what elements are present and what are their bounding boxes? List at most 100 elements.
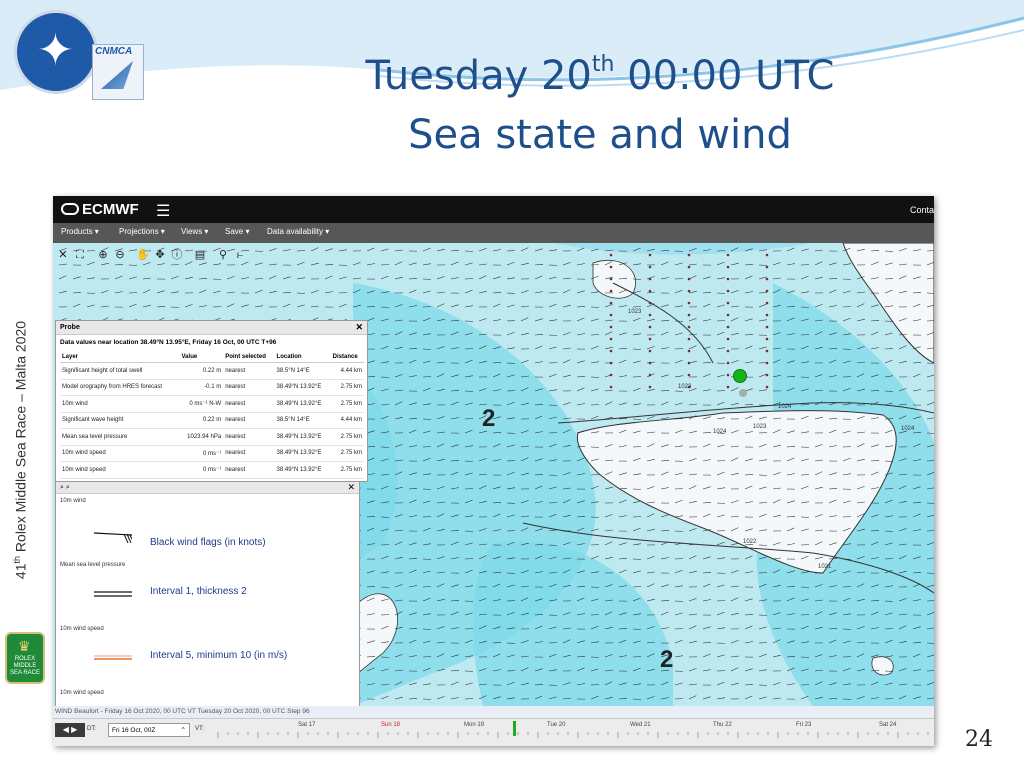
- hamburger-menu-icon[interactable]: ☰: [156, 201, 170, 221]
- isobar-line-icon: [94, 591, 132, 597]
- probe-panel: Probe ✕ Data values near location 38.49°…: [55, 320, 368, 482]
- isobar-value-label: 1022: [743, 539, 757, 545]
- slide-title: Tuesday 20th 00:00 UTC: [365, 52, 835, 99]
- calm-wind-dot: [765, 265, 769, 269]
- probe-cell: 2.75 km: [330, 379, 364, 396]
- probe-cell: 4.44 km: [330, 362, 364, 380]
- move-icon[interactable]: ✥: [153, 248, 167, 262]
- calm-wind-dot: [687, 265, 691, 269]
- fullscreen-icon[interactable]: ⛶: [73, 248, 87, 262]
- probe-col-header: Distance: [330, 352, 364, 363]
- calm-wind-dot: [609, 265, 613, 269]
- timeline-day-label[interactable]: Thu 22: [713, 722, 732, 728]
- calm-wind-dot: [765, 301, 769, 305]
- app-menu-bar: Products ▾ Projections ▾ Views ▾ Save ▾ …: [53, 223, 934, 243]
- probe-close-icon[interactable]: ✕: [355, 321, 363, 334]
- timeline-day-label[interactable]: Tue 20: [547, 722, 565, 728]
- probe-cell: 0.22 m: [179, 362, 224, 380]
- probe-row: Mean sea level pressure 1023.94 hPa neares…: [60, 428, 364, 446]
- pin-icon[interactable]: ⚲: [216, 248, 230, 262]
- probe-cell: Mean sea level pressure: [60, 428, 180, 446]
- info-icon[interactable]: ⓘ: [170, 248, 184, 262]
- probe-cell: 2.75 km: [330, 395, 364, 413]
- calm-wind-dot: [648, 277, 652, 281]
- menu-products[interactable]: Products ▾: [61, 227, 99, 236]
- layers-icon[interactable]: ▤: [193, 248, 207, 262]
- probe-location-text: Data values near location 38.49°N 13.95°…: [60, 339, 277, 346]
- page-number: 24: [965, 727, 993, 752]
- time-slider[interactable]: ◀ ▶ DT: Fri 16 Oct, 00Z ⌃ VT: Sat 17 Sun 1…: [53, 718, 934, 746]
- zoom-out-icon[interactable]: ⊖: [113, 248, 127, 262]
- probe-cell: 38.49°N 13.92°E: [274, 445, 331, 462]
- calm-wind-dot: [687, 373, 691, 377]
- timeline-day-label[interactable]: Fri 23: [796, 722, 811, 728]
- probe-cell: 38.49°N 13.92°E: [274, 461, 331, 479]
- probe-row: 10m wind 0 ms⁻¹ N-W nearest 38.49°N 13.92°E…: [60, 395, 364, 413]
- menu-data-availability[interactable]: Data availability ▾: [267, 227, 329, 236]
- calm-wind-dot: [726, 385, 730, 389]
- probe-cell: nearest: [223, 362, 275, 380]
- probe-col-header: Value: [179, 352, 224, 363]
- calm-wind-dot: [765, 361, 769, 365]
- isobar-value-label: 1023: [628, 309, 642, 315]
- menu-projections[interactable]: Projections ▾: [119, 227, 165, 236]
- wind-tool-icon[interactable]: ⥼: [233, 248, 247, 262]
- probe-point-icon: [739, 389, 747, 397]
- ecmwf-logo[interactable]: ECMWF: [61, 201, 139, 218]
- calm-wind-dot: [687, 361, 691, 365]
- calm-wind-dot: [648, 325, 652, 329]
- calm-wind-dot: [609, 289, 613, 293]
- calm-wind-dot: [609, 373, 613, 377]
- calm-wind-dot: [765, 289, 769, 293]
- timeline-day-label[interactable]: Sun 18: [381, 722, 400, 728]
- map-toolbar: ✕ ⛶ ⊕ ⊖ ✋ ✥ ⓘ ▤ ⚲ ⥼: [56, 248, 247, 266]
- location-marker-icon[interactable]: [733, 369, 747, 383]
- slide-subtitle: Sea state and wind: [408, 112, 792, 158]
- weather-map[interactable]: 1023 1024 1024 1023 1022 1021 1023 1024 ✕ ⛶ ⊕ ⊖…: [53, 243, 934, 746]
- zoom-in-icon[interactable]: ⊕: [96, 248, 110, 262]
- pan-hand-icon[interactable]: ✋: [136, 248, 150, 262]
- probe-cell: 38.49°N 13.92°E: [274, 379, 331, 396]
- timeline-day-label[interactable]: Sat 17: [298, 722, 315, 728]
- probe-cell: nearest: [223, 428, 275, 446]
- menu-save[interactable]: Save ▾: [225, 227, 249, 236]
- legend-caption-wind: 10m wind: [60, 498, 86, 504]
- calm-wind-dot: [726, 253, 730, 257]
- calm-wind-dot: [687, 253, 691, 257]
- legend-toggle-icon[interactable]: ⌕ ⌕: [60, 484, 70, 491]
- menu-views[interactable]: Views ▾: [181, 227, 208, 236]
- probe-cell: 38.49°N 13.92°E: [274, 428, 331, 446]
- calm-wind-dot: [687, 277, 691, 281]
- legend-close-icon[interactable]: ✕: [347, 482, 355, 493]
- calm-wind-dot: [648, 313, 652, 317]
- calm-wind-dot: [726, 289, 730, 293]
- calm-wind-dot: [609, 385, 613, 389]
- probe-cell: 1023.94 hPa: [179, 428, 224, 446]
- probe-cell: 38.49°N 13.92°E: [274, 395, 331, 413]
- timeline-day-label[interactable]: Wed 21: [630, 722, 651, 728]
- probe-cell: Model orography from HRES forecast: [60, 379, 180, 396]
- legend-desc-wind: Black wind flags (in knots): [150, 537, 266, 548]
- status-bar: WIND Beaufort - Friday 16 Oct 2020, 00 U…: [53, 706, 934, 718]
- timeline-day-label[interactable]: Sat 24: [879, 722, 896, 728]
- probe-cell: 0 ms⁻¹ N-W: [179, 395, 224, 413]
- calm-wind-dot: [648, 385, 652, 389]
- rolex-race-logo: ♛ ROLEX MIDDLE SEA RACE: [5, 632, 45, 684]
- legend-caption-speed: 10m wind speed: [60, 626, 104, 632]
- legend-desc-speed: Interval 5, minimum 10 (in m/s): [150, 650, 288, 661]
- probe-cell: 10m wind speed: [60, 445, 180, 462]
- calm-wind-dot: [609, 325, 613, 329]
- time-cursor[interactable]: [513, 721, 516, 736]
- calm-wind-dot: [609, 301, 613, 305]
- calm-wind-dot: [609, 349, 613, 353]
- calm-wind-dot: [609, 277, 613, 281]
- calm-wind-dot: [765, 385, 769, 389]
- isobar-value-label: 1023: [753, 424, 767, 430]
- legend-panel-header: ⌕ ⌕ ✕: [56, 482, 359, 494]
- contact-link[interactable]: Conta: [910, 205, 934, 215]
- wind-flag-icon: [94, 532, 132, 543]
- close-tool-icon[interactable]: ✕: [56, 248, 70, 262]
- probe-row: Significant wave height 0.22 m nearest 38.5…: [60, 412, 364, 429]
- probe-title: Probe: [60, 324, 80, 331]
- timeline-day-label[interactable]: Mon 19: [464, 722, 484, 728]
